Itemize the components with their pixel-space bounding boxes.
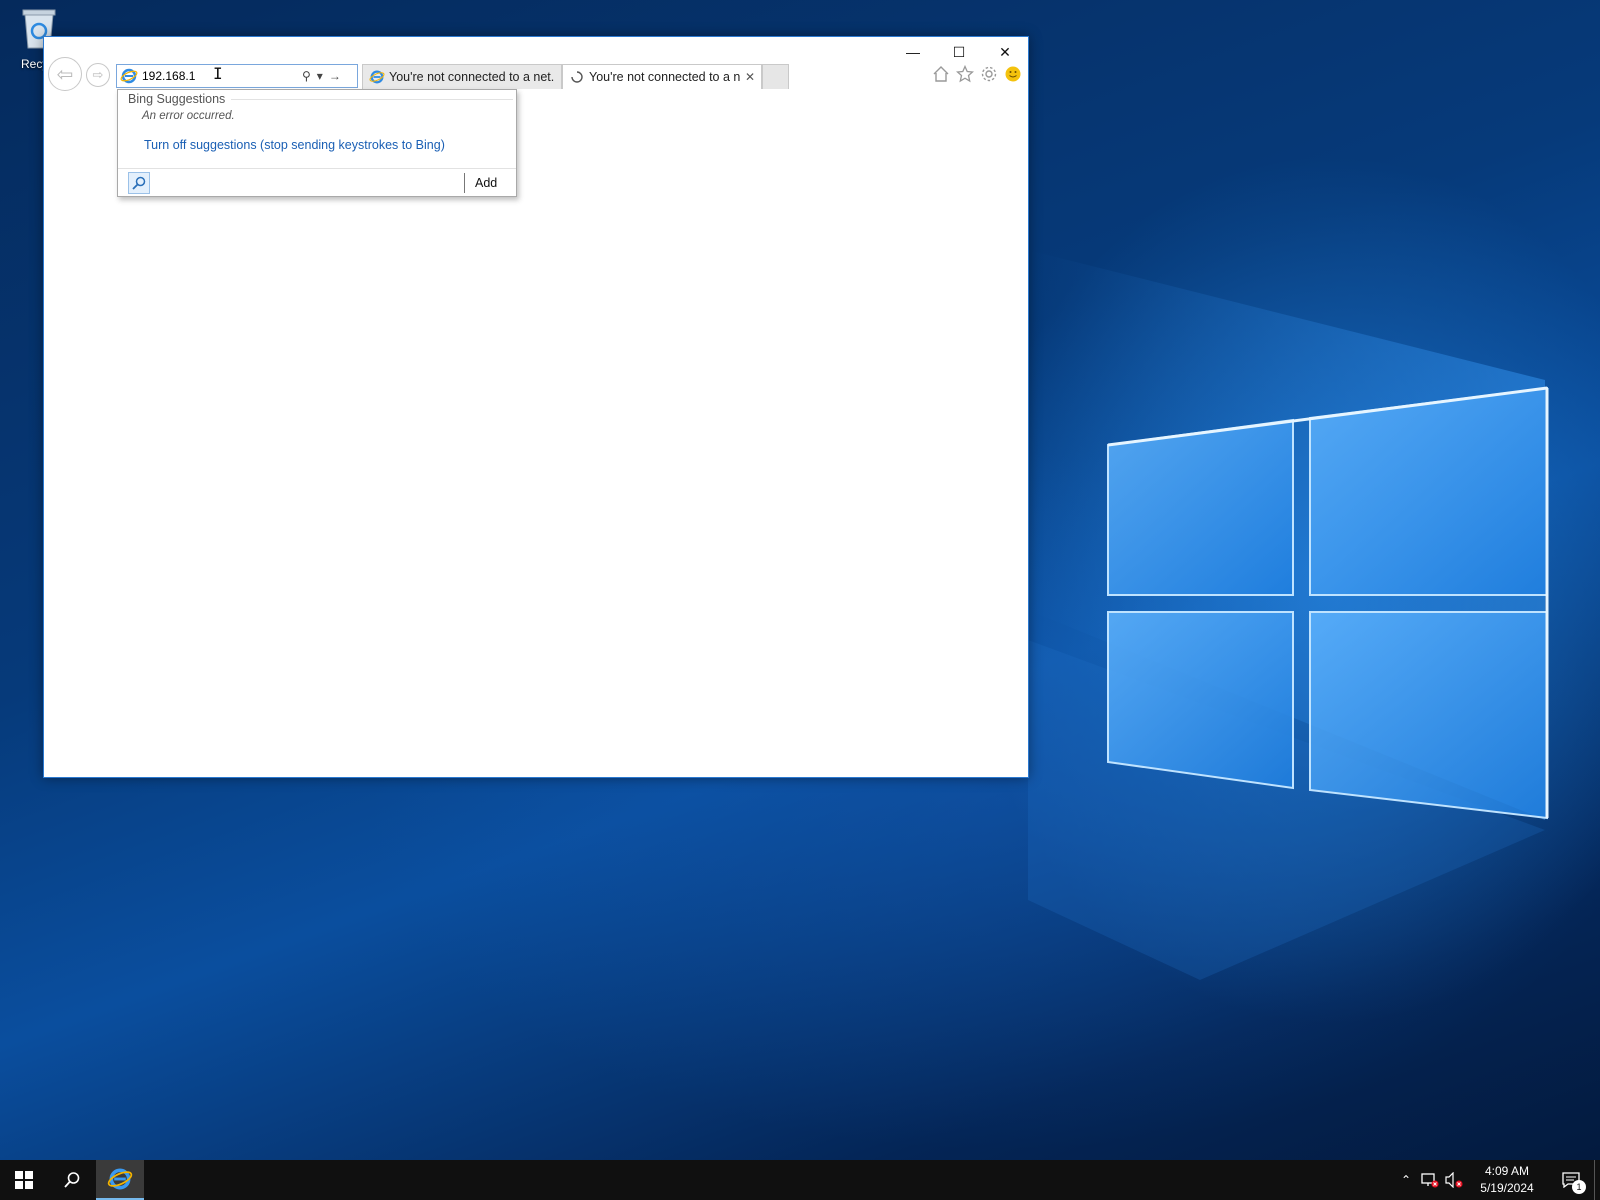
- clock-date: 5/19/2024: [1480, 1181, 1534, 1195]
- maximize-button[interactable]: ☐: [936, 37, 982, 67]
- turn-off-suggestions-link[interactable]: Turn off suggestions (stop sending keyst…: [144, 138, 445, 152]
- ie-icon: [369, 70, 385, 84]
- chevron-down-icon[interactable]: ▾: [317, 69, 323, 83]
- suggestions-error: An error occurred.: [142, 110, 235, 122]
- search-icon: [64, 1172, 80, 1188]
- taskbar-search-button[interactable]: [48, 1160, 96, 1200]
- address-tools: ⚲ ▾ →: [302, 69, 341, 83]
- loading-icon: [571, 71, 583, 83]
- clock-time: 4:09 AM: [1484, 1164, 1530, 1178]
- show-hidden-icons-button[interactable]: ⌃: [1394, 1160, 1418, 1200]
- action-center-button[interactable]: 1: [1548, 1160, 1594, 1200]
- notification-count-badge: 1: [1572, 1180, 1586, 1194]
- go-arrow-icon[interactable]: →: [329, 69, 341, 83]
- start-button[interactable]: [0, 1160, 48, 1200]
- show-desktop-button[interactable]: [1594, 1160, 1600, 1200]
- back-button[interactable]: ⇦: [48, 57, 82, 91]
- tab-1[interactable]: You're not connected to a net...: [362, 64, 562, 89]
- forward-button[interactable]: ⇨: [86, 63, 110, 87]
- suggestions-header-label: Bing Suggestions: [128, 92, 226, 106]
- system-tray: ⌃ 4:09 AM 5/19/2024 1: [1394, 1160, 1600, 1200]
- gear-icon[interactable]: [980, 65, 998, 83]
- close-tab-icon[interactable]: ✕: [745, 70, 755, 84]
- address-bar[interactable]: ⚲ ▾ →: [116, 64, 358, 88]
- search-icon[interactable]: ⚲: [302, 69, 311, 83]
- network-status-button[interactable]: [1418, 1160, 1442, 1200]
- network-disconnected-icon: [1421, 1173, 1439, 1188]
- ie-icon: [107, 1168, 133, 1190]
- internet-explorer-window[interactable]: — ☐ ✕ ⇦ ⇨ ⚲ ▾ → You're not connected to …: [43, 36, 1029, 778]
- new-tab-button[interactable]: [762, 64, 789, 89]
- taskbar-clock[interactable]: 4:09 AM 5/19/2024: [1466, 1163, 1548, 1197]
- taskbar: ⌃ 4:09 AM 5/19/2024 1: [0, 1160, 1600, 1200]
- forward-arrow-icon: ⇨: [92, 67, 104, 82]
- close-button[interactable]: ✕: [982, 37, 1028, 67]
- windows-icon: [15, 1171, 33, 1189]
- text-cursor-icon: I: [213, 64, 223, 83]
- taskbar-internet-explorer[interactable]: [96, 1160, 144, 1200]
- volume-button[interactable]: [1442, 1160, 1466, 1200]
- window-controls: — ☐ ✕: [890, 37, 1028, 67]
- search-icon: [132, 176, 146, 190]
- footer-separator: [464, 172, 465, 193]
- tab-1-label: You're not connected to a net...: [389, 70, 555, 84]
- smiley-feedback-icon[interactable]: [1004, 65, 1022, 83]
- volume-muted-icon: [1445, 1172, 1463, 1188]
- suggestions-header: Bing Suggestions: [128, 92, 513, 106]
- search-provider-button[interactable]: [128, 171, 150, 194]
- ie-icon: [120, 68, 138, 84]
- home-icon[interactable]: [932, 65, 950, 83]
- chevron-up-icon: ⌃: [1400, 1173, 1412, 1187]
- tab-2-label: You're not connected to a n...: [589, 70, 741, 84]
- add-search-provider-button[interactable]: Add: [475, 176, 497, 190]
- bing-suggestions-dropdown: Bing Suggestions An error occurred. Turn…: [117, 89, 517, 197]
- command-icons: [932, 65, 1022, 83]
- favorites-star-icon[interactable]: [956, 65, 974, 83]
- minimize-button[interactable]: —: [890, 37, 936, 67]
- suggestions-footer: Add: [118, 168, 516, 196]
- tab-2[interactable]: You're not connected to a n... ✕: [562, 64, 762, 89]
- back-arrow-icon: ⇦: [56, 63, 74, 86]
- tab-strip: You're not connected to a net... You're …: [362, 64, 789, 89]
